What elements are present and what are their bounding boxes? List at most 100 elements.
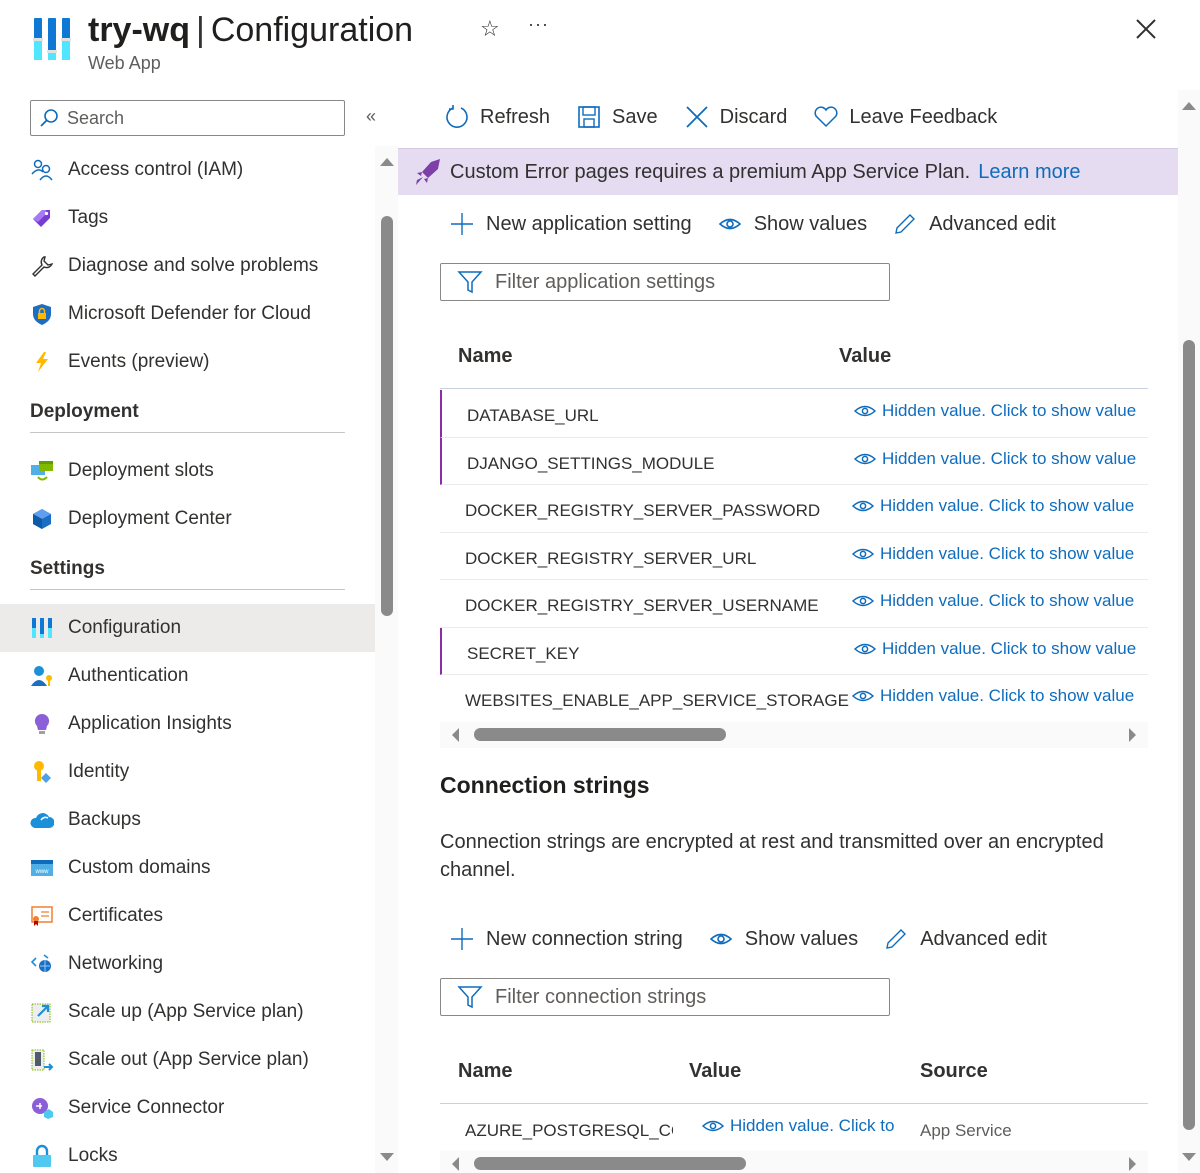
filter-app-settings[interactable] <box>440 263 890 301</box>
app-settings-grid-header: Name Value <box>440 325 1148 389</box>
user-key-icon <box>31 666 52 686</box>
lightning-icon <box>36 352 48 372</box>
sidebar-item-label: Locks <box>68 1145 118 1166</box>
sidebar-item-custom-domains[interactable]: www Custom domains <box>0 844 375 892</box>
leave-feedback-button[interactable]: Leave Feedback <box>813 104 997 130</box>
hidden-value-text: Hidden value. Click to show value <box>882 401 1137 420</box>
sidebar-item-defender[interactable]: Microsoft Defender for Cloud <box>0 290 375 338</box>
hidden-value-link[interactable]: Hidden value. Click to show value <box>852 686 1134 706</box>
close-icon[interactable] <box>1133 16 1159 42</box>
sidebar-item-scale-out[interactable]: Scale out (App Service plan) <box>0 1036 375 1084</box>
scroll-left-arrow[interactable] <box>452 1157 459 1171</box>
column-header-name[interactable]: Name <box>458 345 512 368</box>
scroll-up-arrow[interactable] <box>1182 102 1196 110</box>
sidebar-item-tags[interactable]: Tags <box>0 194 375 242</box>
discard-button[interactable]: Discard <box>684 104 787 130</box>
app-setting-row[interactable]: DJANGO_SETTINGS_MODULE Hidden value. Clic… <box>440 437 1148 485</box>
refresh-button[interactable]: Refresh <box>444 104 550 130</box>
column-header-name[interactable]: Name <box>458 1060 512 1083</box>
hidden-value-link[interactable]: Hidden value. Click to show value <box>852 544 1134 564</box>
premium-plan-banner: Custom Error pages requires a premium Ap… <box>398 148 1178 195</box>
main-scrollbar[interactable] <box>1178 90 1200 1173</box>
save-button[interactable]: Save <box>576 104 658 130</box>
advanced-edit-button[interactable]: Advanced edit <box>884 927 1047 951</box>
filter-connection-strings-input[interactable] <box>495 985 875 1009</box>
sidebar-item-label: Identity <box>68 761 130 782</box>
app-setting-row[interactable]: WEBSITES_ENABLE_APP_SERVICE_STORAGE Hidde… <box>440 675 1148 723</box>
eye-icon <box>854 643 876 654</box>
shield-lock-icon <box>33 304 51 325</box>
sidebar-search-input[interactable] <box>67 107 327 129</box>
collapse-sidebar-button[interactable]: « <box>366 106 376 127</box>
scroll-right-arrow[interactable] <box>1129 1157 1136 1171</box>
scrollbar-thumb[interactable] <box>1183 340 1195 1130</box>
eye-icon <box>718 218 741 230</box>
app-setting-name: SECRET_KEY <box>467 643 580 663</box>
hidden-value-link[interactable]: Hidden value. Click to show value <box>852 496 1134 516</box>
scroll-up-arrow[interactable] <box>380 158 394 166</box>
app-setting-row[interactable]: DATABASE_URL Hidden value. Click to show … <box>440 390 1148 438</box>
scroll-right-arrow[interactable] <box>1129 728 1136 742</box>
sidebar-item-configuration[interactable]: Configuration <box>0 604 375 652</box>
filter-connection-strings[interactable] <box>440 978 890 1016</box>
scroll-down-arrow[interactable] <box>380 1153 394 1161</box>
favorite-button[interactable]: ☆ <box>480 16 500 42</box>
scroll-left-arrow[interactable] <box>452 728 459 742</box>
connection-strings-hscrollbar[interactable] <box>440 1151 1148 1173</box>
app-setting-name: DJANGO_SETTINGS_MODULE <box>467 453 715 473</box>
app-setting-row[interactable]: SECRET_KEY Hidden value. Click to show va… <box>440 627 1148 675</box>
sidebar-item-label: Access control (IAM) <box>68 159 244 180</box>
eye-icon <box>852 690 874 702</box>
hidden-value-link[interactable]: Hidden value. Click to show value <box>852 591 1134 611</box>
sidebar-item-service-connector[interactable]: Service Connector <box>0 1084 375 1132</box>
sidebar-scrollbar[interactable] <box>375 146 398 1173</box>
scrollbar-thumb[interactable] <box>474 1157 746 1170</box>
column-header-value[interactable]: Value <box>689 1060 741 1083</box>
scale-out-icon <box>31 1049 54 1071</box>
show-values-button[interactable]: Show values <box>709 927 858 951</box>
app-settings-hscrollbar[interactable] <box>440 722 1148 748</box>
more-options-button[interactable]: ··· <box>528 14 549 35</box>
scrollbar-thumb[interactable] <box>381 216 393 616</box>
new-connection-string-button[interactable]: New connection string <box>450 927 683 951</box>
sidebar-item-scale-up[interactable]: Scale up (App Service plan) <box>0 988 375 1036</box>
sidebar-nav: Access control (IAM) Tags Diagnose and s… <box>0 146 375 1173</box>
scale-up-icon <box>31 1003 51 1023</box>
column-header-source[interactable]: Source <box>920 1060 988 1083</box>
refresh-icon <box>446 105 468 128</box>
app-setting-row[interactable]: DOCKER_REGISTRY_SERVER_USERNAME Hidden va… <box>440 580 1148 628</box>
app-setting-row[interactable]: DOCKER_REGISTRY_SERVER_PASSWORD Hidden va… <box>440 485 1148 533</box>
column-header-value[interactable]: Value <box>839 345 891 368</box>
connection-string-row[interactable]: AZURE_POSTGRESQL_CON Hidden value. Click… <box>440 1105 1148 1153</box>
scroll-down-arrow[interactable] <box>1182 1153 1196 1161</box>
sidebar-item-authentication[interactable]: Authentication <box>0 652 375 700</box>
hidden-value-link[interactable]: Hidden value. Click to show value <box>854 639 1136 659</box>
sidebar-item-locks[interactable]: Locks <box>0 1132 375 1173</box>
sidebar-item-diagnose[interactable]: Diagnose and solve problems <box>0 242 375 290</box>
scrollbar-thumb[interactable] <box>474 728 726 741</box>
sidebar-item-events[interactable]: Events (preview) <box>0 338 375 386</box>
sidebar-item-backups[interactable]: Backups <box>0 796 375 844</box>
app-setting-row[interactable]: DOCKER_REGISTRY_SERVER_URL Hidden value. … <box>440 533 1148 580</box>
sidebar-item-networking[interactable]: Networking <box>0 940 375 988</box>
sidebar-item-identity[interactable]: Identity <box>0 748 375 796</box>
hidden-value-link[interactable]: Hidden value. Click to <box>702 1116 894 1136</box>
hidden-value-text: Hidden value. Click to show value <box>882 448 1137 468</box>
sidebar-item-access-control[interactable]: Access control (IAM) <box>0 146 375 194</box>
hidden-value-link[interactable]: Hidden value. Click to show value <box>854 449 1136 469</box>
hidden-value-link[interactable]: Hidden value. Click to show value <box>854 401 1136 421</box>
main-content: Refresh Save Discard Leave Feedback Cust… <box>398 90 1178 1173</box>
sidebar-item-application-insights[interactable]: Application Insights <box>0 700 375 748</box>
advanced-edit-button[interactable]: Advanced edit <box>893 212 1056 236</box>
show-values-button[interactable]: Show values <box>718 212 867 236</box>
sidebar-item-deployment-slots[interactable]: Deployment slots <box>0 447 375 495</box>
sidebar-search[interactable] <box>30 100 345 136</box>
filter-app-settings-input[interactable] <box>495 270 875 294</box>
sidebar-item-deployment-center[interactable]: Deployment Center <box>0 495 375 543</box>
feedback-label: Leave Feedback <box>849 105 998 128</box>
plus-icon <box>451 213 473 235</box>
new-application-setting-button[interactable]: New application setting <box>450 212 692 236</box>
sidebar: « Access control (IAM) Tags Diagnose and… <box>0 90 398 1173</box>
learn-more-link[interactable]: Learn more <box>978 161 1080 184</box>
sidebar-item-certificates[interactable]: Certificates <box>0 892 375 940</box>
